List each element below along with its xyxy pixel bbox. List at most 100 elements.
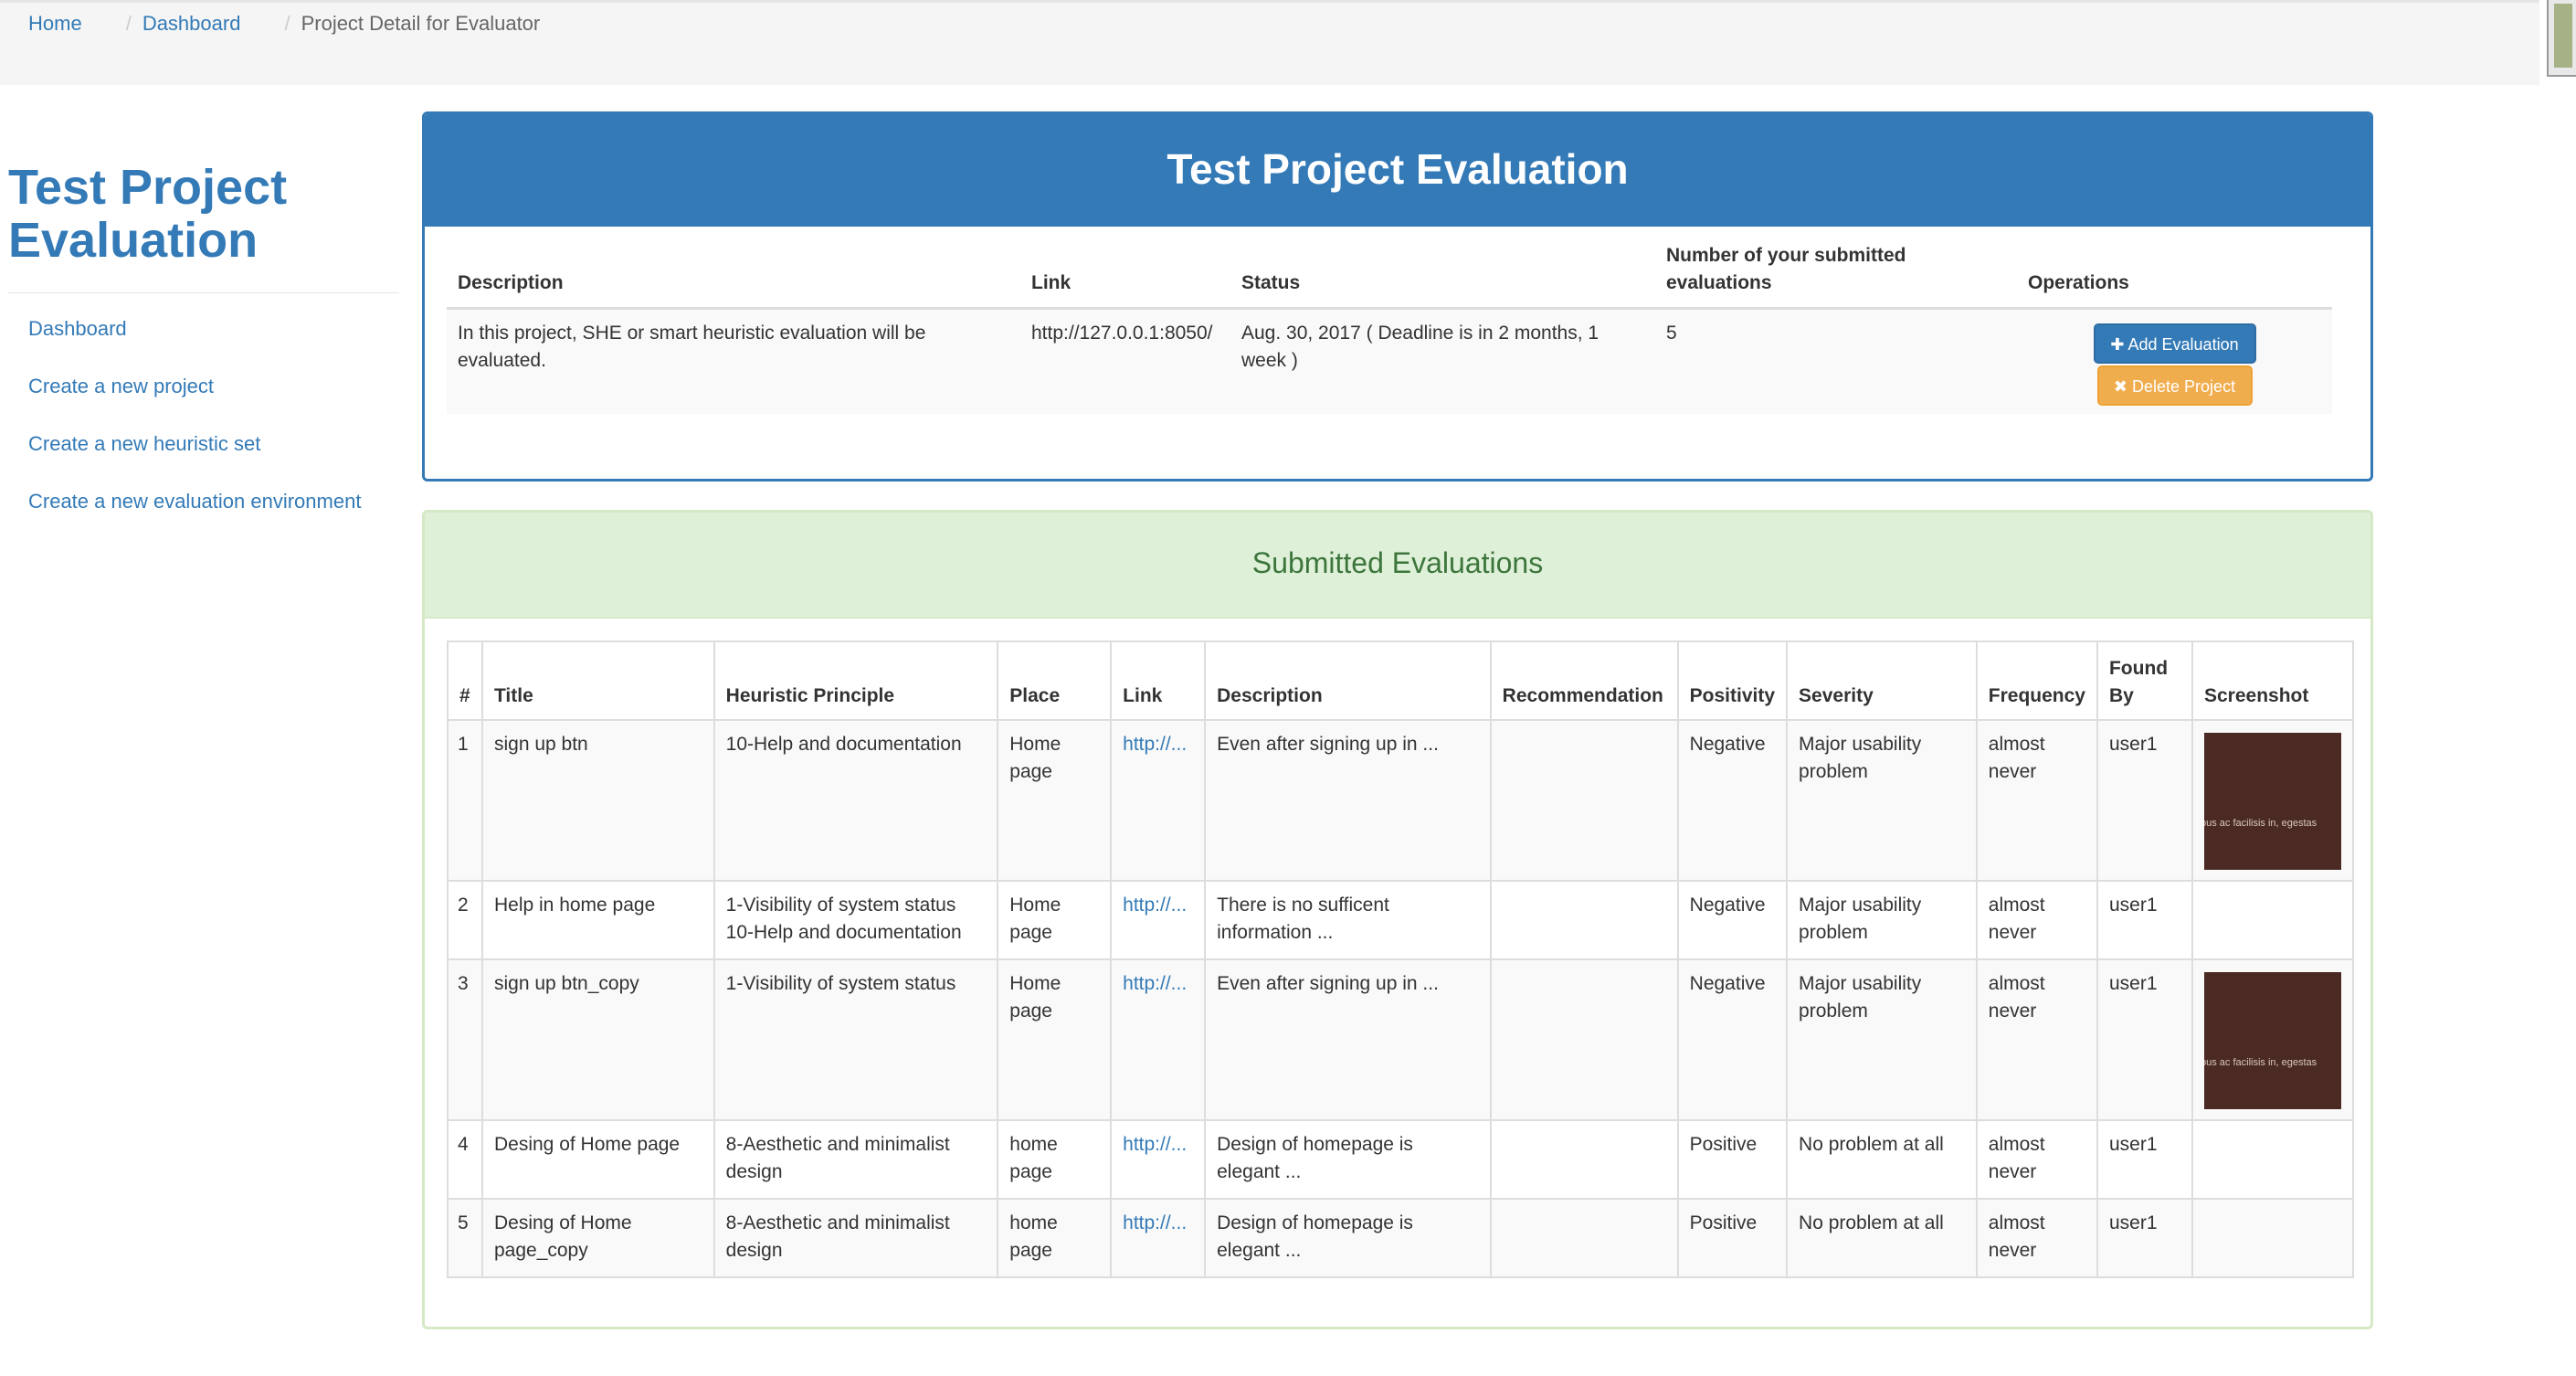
- screenshot-thumbnail[interactable]: bus ac facilisis in, egestas: [2204, 733, 2341, 870]
- cell-severity: Major usability problem: [1786, 719, 1978, 882]
- evaluations-panel: Submitted Evaluations # Title Heuristic …: [422, 510, 2373, 1329]
- cell-principle: 8-Aesthetic and minimalist design: [713, 1198, 999, 1278]
- evaluation-link[interactable]: http://...: [1123, 734, 1187, 755]
- principle-line: 8-Aesthetic and minimalist design: [725, 1134, 950, 1182]
- sidebar-link-create-project[interactable]: Create a new project: [28, 375, 214, 397]
- project-table: Description Link Status Number of your s…: [447, 242, 2332, 414]
- screenshot-thumbnail-text: bus ac facilisis in, egestas: [2204, 1057, 2317, 1068]
- sidebar-title[interactable]: Test Project Evaluation: [8, 161, 402, 267]
- breadcrumb-home[interactable]: Home: [28, 10, 82, 37]
- sidebar-link-create-environment[interactable]: Create a new evaluation environment: [28, 490, 361, 513]
- project-row: In this project, SHE or smart heuristic …: [447, 308, 2332, 414]
- col-place: Place: [997, 640, 1113, 721]
- col-status: Status: [1230, 242, 1655, 310]
- cell-place: home page: [997, 1198, 1113, 1278]
- col-submitted-line: evaluations: [1666, 272, 1772, 293]
- col-submitted-line: Number of your submitted: [1666, 245, 1906, 266]
- cell-screenshot: [2191, 1198, 2354, 1278]
- cell-title: Desing of Home page_copy: [480, 1198, 715, 1278]
- sidebar-item-create-project: Create a new project: [0, 376, 402, 434]
- cell-screenshot: [2191, 1119, 2354, 1200]
- col-submitted: Number of your submitted evaluations: [1655, 242, 2017, 310]
- cell-severity: No problem at all: [1786, 1198, 1978, 1278]
- sidebar-link-create-heuristic-set[interactable]: Create a new heuristic set: [28, 432, 260, 455]
- col-link: Link: [1020, 242, 1230, 310]
- cell-place: home page: [997, 1119, 1113, 1200]
- evaluation-link[interactable]: http://...: [1123, 1212, 1187, 1233]
- col-frequency: Frequency: [1975, 640, 2098, 721]
- evaluations-panel-title: Submitted Evaluations: [425, 513, 2370, 619]
- delete-project-button[interactable]: ✖ Delete Project: [2096, 365, 2253, 406]
- table-row: 4 Desing of Home page 8-Aesthetic and mi…: [447, 1119, 2354, 1200]
- cell-place: Home page: [997, 880, 1113, 960]
- cell-place: Home page: [997, 719, 1113, 882]
- col-operations: Operations: [2017, 242, 2332, 310]
- col-severity: Severity: [1786, 640, 1978, 721]
- add-evaluation-label: Add Evaluation: [2127, 335, 2239, 354]
- cell-link: http://...: [1110, 719, 1207, 882]
- col-positivity: Positivity: [1676, 640, 1789, 721]
- cell-place: Home page: [997, 958, 1113, 1121]
- cell-recommendation: [1489, 1198, 1679, 1278]
- delete-project-label: Delete Project: [2132, 377, 2236, 396]
- cell-found-by: user1: [2096, 1119, 2194, 1200]
- breadcrumb-current: Project Detail for Evaluator: [301, 12, 541, 35]
- col-found-by: Found By: [2096, 640, 2194, 721]
- sidebar-item-create-environment: Create a new evaluation environment: [0, 492, 402, 549]
- cell-principle: 10-Help and documentation: [713, 719, 999, 882]
- sidebar-title-line: Evaluation: [8, 213, 259, 268]
- corner-widget: [2547, 0, 2576, 77]
- col-title: Title: [480, 640, 715, 721]
- col-description: Description: [447, 242, 1020, 310]
- cell-link: http://...: [1110, 1198, 1207, 1278]
- evaluation-link[interactable]: http://...: [1123, 1134, 1187, 1155]
- cell-num: 4: [447, 1119, 483, 1200]
- cell-found-by: user1: [2096, 1198, 2194, 1278]
- add-evaluation-button[interactable]: ✚ Add Evaluation: [2093, 323, 2256, 364]
- project-link: http://127.0.0.1:8050/: [1020, 308, 1230, 414]
- principle-line: 1-Visibility of system status: [725, 894, 956, 916]
- cell-num: 3: [447, 958, 483, 1121]
- cell-link: http://...: [1110, 880, 1207, 960]
- principle-line: 10-Help and documentation: [725, 734, 962, 755]
- sidebar-link-dashboard[interactable]: Dashboard: [28, 317, 127, 340]
- cell-screenshot: bus ac facilisis in, egestas: [2191, 719, 2354, 882]
- cell-positivity: Positive: [1676, 1119, 1789, 1200]
- col-recommendation: Recommendation: [1489, 640, 1679, 721]
- cell-severity: Major usability problem: [1786, 958, 1978, 1121]
- cell-principle: 8-Aesthetic and minimalist design: [713, 1119, 999, 1200]
- breadcrumb-separator: /: [125, 12, 132, 35]
- breadcrumb-dashboard[interactable]: Dashboard: [143, 10, 241, 37]
- cell-num: 5: [447, 1198, 483, 1278]
- sidebar-nav: Dashboard Create a new project Create a …: [0, 319, 402, 549]
- cell-num: 2: [447, 880, 483, 960]
- breadcrumb: Home / Dashboard / Project Detail for Ev…: [28, 10, 540, 37]
- col-num: #: [447, 640, 483, 721]
- evaluation-link[interactable]: http://...: [1123, 894, 1187, 916]
- evaluation-link[interactable]: http://...: [1123, 973, 1187, 994]
- cell-description: Even after signing up in ...: [1204, 958, 1492, 1121]
- table-row: 2 Help in home page 1-Visibility of syst…: [447, 880, 2354, 960]
- cell-description: Design of homepage is elegant ...: [1204, 1119, 1492, 1200]
- cell-title: sign up btn: [480, 719, 715, 882]
- cell-frequency: almost never: [1975, 719, 2098, 882]
- cell-title: Desing of Home page: [480, 1119, 715, 1200]
- cell-recommendation: [1489, 880, 1679, 960]
- cell-description: Design of homepage is elegant ...: [1204, 1198, 1492, 1278]
- screenshot-thumbnail-text: bus ac facilisis in, egestas: [2204, 818, 2317, 829]
- principle-line: 8-Aesthetic and minimalist design: [725, 1212, 950, 1261]
- project-operations: ✚ Add Evaluation ✖ Delete Project: [2017, 308, 2332, 414]
- col-description: Description: [1204, 640, 1492, 721]
- cell-severity: No problem at all: [1786, 1119, 1978, 1200]
- breadcrumb-separator: /: [284, 12, 290, 35]
- sidebar: Test Project Evaluation Dashboard Create…: [0, 161, 402, 549]
- cell-severity: Major usability problem: [1786, 880, 1978, 960]
- cell-description: Even after signing up in ...: [1204, 719, 1492, 882]
- cell-positivity: Negative: [1676, 719, 1789, 882]
- screenshot-thumbnail[interactable]: bus ac facilisis in, egestas: [2204, 972, 2341, 1109]
- remove-icon: ✖: [2113, 377, 2127, 396]
- cell-positivity: Negative: [1676, 958, 1789, 1121]
- cell-frequency: almost never: [1975, 1198, 2098, 1278]
- cell-frequency: almost never: [1975, 1119, 2098, 1200]
- col-screenshot: Screenshot: [2191, 640, 2354, 721]
